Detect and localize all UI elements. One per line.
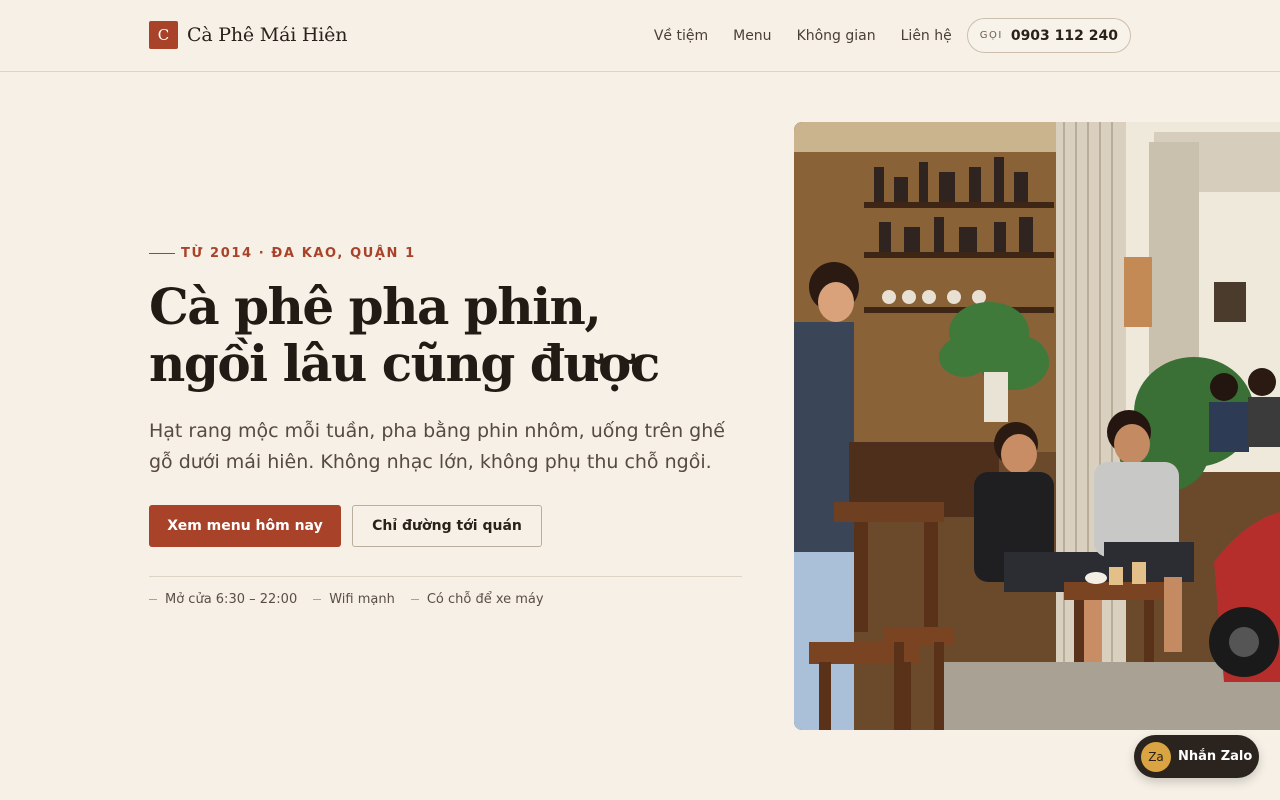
brand-name: Cà Phê Mái Hiên	[187, 24, 348, 46]
lead-line-1: Hạt rang mộc mỗi tuần, pha bằng phin nhô…	[149, 420, 725, 442]
nav-item-menu[interactable]: Menu	[733, 28, 771, 44]
nav-item-contact[interactable]: Liên hệ	[901, 28, 952, 44]
feature-text: Wifi mạnh	[329, 592, 395, 607]
cafe-scene-image	[794, 122, 1280, 730]
hero-divider	[149, 576, 742, 577]
headline-line-1: Cà phê pha phin,	[149, 277, 602, 336]
hero-eyebrow: TỪ 2014 · ĐA KAO, QUẬN 1	[149, 246, 416, 261]
feature-dash	[410, 599, 419, 600]
feature-item-hours: Mở cửa 6:30 – 22:00	[149, 592, 297, 607]
nav-item-about[interactable]: Về tiệm	[654, 28, 708, 44]
hero-photo	[794, 122, 1280, 730]
main-nav: Về tiệm Menu Không gian Liên hệ GỌI 0903…	[654, 18, 1131, 53]
lead-line-2: gỗ dưới mái hiên. Không nhạc lớn, không …	[149, 451, 712, 473]
feature-text: Mở cửa 6:30 – 22:00	[165, 592, 298, 607]
brand-mark: C	[149, 21, 178, 49]
feature-dash	[149, 599, 157, 600]
eyebrow-rule	[149, 253, 175, 254]
feature-item-parking: Có chỗ để xe máy	[410, 592, 544, 607]
zalo-label: Nhắn Zalo	[1178, 749, 1253, 764]
feature-list: Mở cửa 6:30 – 22:00 Wifi mạnh Có chỗ để …	[149, 592, 560, 607]
hero-lead: Hạt rang mộc mỗi tuần, pha bằng phin nhô…	[149, 416, 749, 478]
feature-text: Có chỗ để xe máy	[426, 592, 544, 607]
view-menu-button[interactable]: Xem menu hôm nay	[149, 505, 341, 547]
headline-line-2: ngồi lâu cũng được	[149, 334, 660, 393]
zalo-chat-button[interactable]: Za Nhắn Zalo	[1134, 735, 1259, 778]
directions-button[interactable]: Chỉ đường tới quán	[352, 505, 542, 547]
eyebrow-text: TỪ 2014 · ĐA KAO, QUẬN 1	[181, 246, 416, 261]
nav-item-space[interactable]: Không gian	[797, 28, 876, 44]
feature-dash	[313, 599, 322, 600]
brand-logo[interactable]: C Cà Phê Mái Hiên	[149, 21, 347, 49]
call-button[interactable]: GỌI 0903 112 240	[966, 18, 1131, 53]
feature-item-wifi: Wifi mạnh	[313, 592, 395, 607]
zalo-icon: Za	[1141, 741, 1171, 772]
hero-headline: Cà phê pha phin, ngồi lâu cũng được	[149, 278, 749, 392]
call-label: GỌI	[979, 30, 1003, 41]
site-header: C Cà Phê Mái Hiên Về tiệm Menu Không gia…	[0, 0, 1280, 72]
call-number: 0903 112 240	[1010, 27, 1118, 44]
